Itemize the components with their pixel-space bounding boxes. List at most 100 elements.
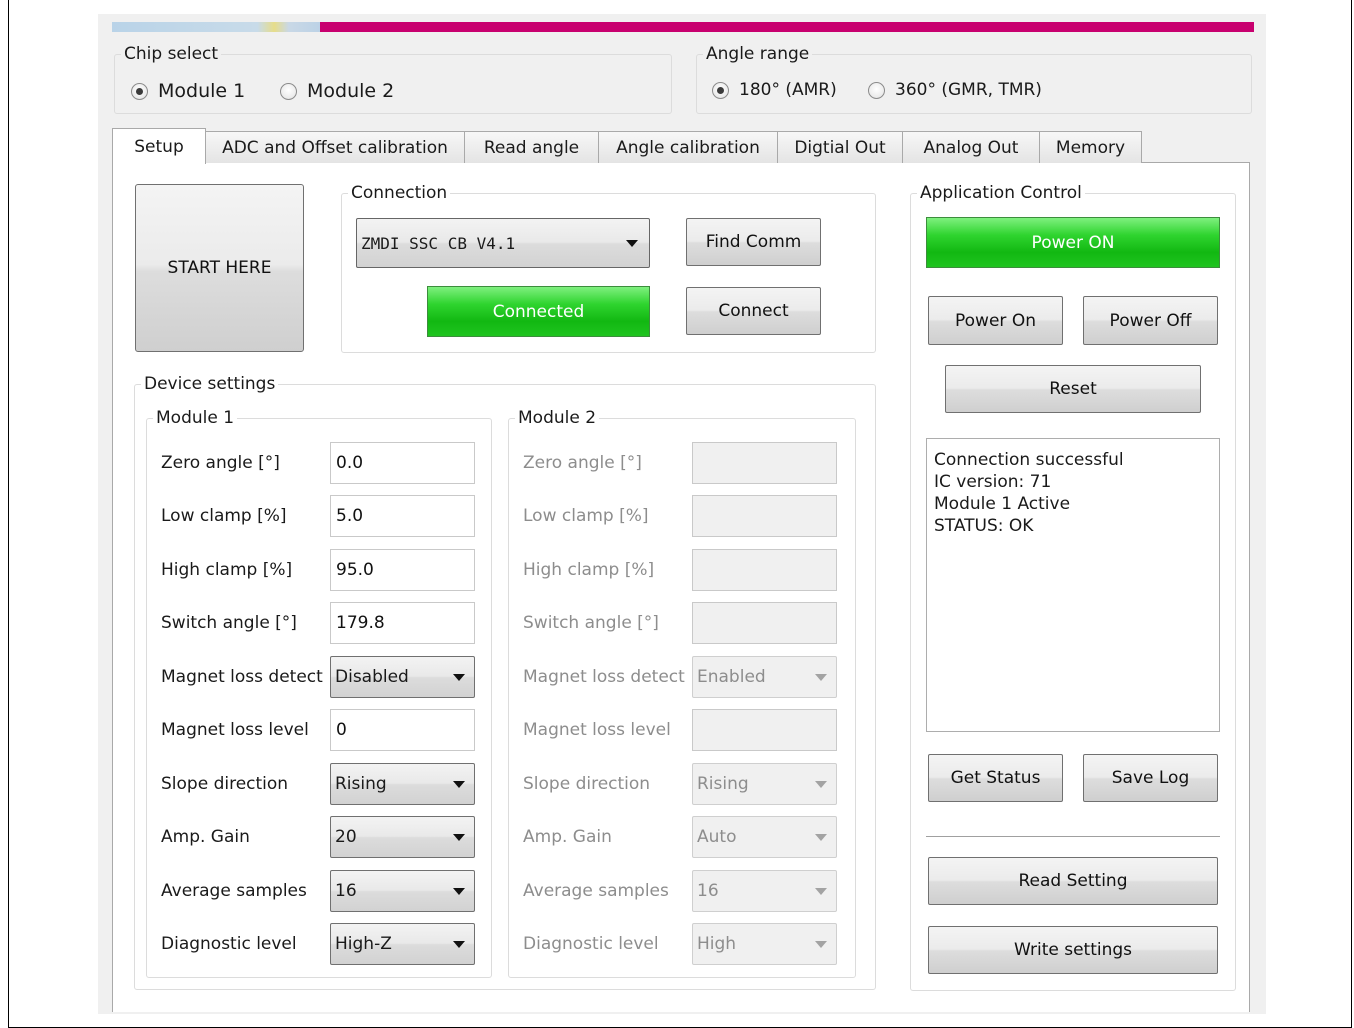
connection-legend: Connection: [351, 183, 448, 203]
tab-memory[interactable]: Memory: [1039, 131, 1142, 163]
module-1-slope-direction-value: Rising: [335, 774, 387, 794]
module-2-amp-gain-value: Auto: [697, 827, 737, 847]
module-1-slope-direction-dropdown[interactable]: Rising: [330, 763, 475, 805]
chevron-down-icon: [626, 240, 638, 247]
module-1-amp-gain-label: Amp. Gain: [161, 827, 250, 847]
chevron-down-icon: [453, 781, 465, 788]
write-settings-button[interactable]: Write settings: [928, 926, 1218, 974]
module-1-low-clamp-label: Low clamp [%]: [161, 506, 287, 526]
module-2-slope-direction-dropdown: Rising: [692, 763, 837, 805]
separator-line: [926, 836, 1220, 837]
module-2-slope-direction-label: Slope direction: [523, 774, 651, 794]
power-off-button[interactable]: Power Off: [1083, 296, 1218, 345]
module-1-switch-angle-input[interactable]: [330, 602, 475, 644]
comm-device-value: ZMDI SSC CB V4.1: [361, 233, 516, 253]
module-1-amp-gain-dropdown[interactable]: 20: [330, 816, 475, 858]
read-setting-button[interactable]: Read Setting: [928, 857, 1218, 905]
power-status-indicator: Power ON: [926, 217, 1220, 268]
module-2-high-clamp-input: [692, 549, 837, 591]
chevron-down-icon: [453, 834, 465, 841]
module-1-diagnostic-level-value: High-Z: [335, 934, 392, 954]
module-2-average-samples-dropdown: 16: [692, 870, 837, 912]
power-on-button[interactable]: Power On: [928, 296, 1063, 345]
chevron-down-icon: [453, 674, 465, 681]
chip-select-group: Chip select: [114, 44, 672, 114]
radio-selected-icon: [131, 82, 148, 100]
module-1-magnet-loss-detect-value: Disabled: [335, 667, 409, 687]
module-1-high-clamp-input[interactable]: [330, 549, 475, 591]
tab-read-angle[interactable]: Read angle: [464, 131, 599, 163]
module-1-diagnostic-level-dropdown[interactable]: High-Z: [330, 923, 475, 965]
save-log-button[interactable]: Save Log: [1083, 754, 1218, 802]
module-1-zero-angle-input[interactable]: [330, 442, 475, 484]
start-here-button[interactable]: START HERE: [135, 184, 304, 352]
module-2-zero-angle-input: [692, 442, 837, 484]
tab-adc-offset-calibration[interactable]: ADC and Offset calibration: [205, 131, 465, 163]
chip-select-legend: Chip select: [124, 44, 219, 64]
module-1-magnet-loss-level-input[interactable]: [330, 709, 475, 751]
chevron-down-icon: [453, 888, 465, 895]
module-2-magnet-loss-detect-value: Enabled: [697, 667, 766, 687]
radio-180-amr[interactable]: 180° (AMR): [712, 80, 837, 100]
log-line: Module 1 Active: [934, 494, 1071, 514]
radio-module-2-label: Module 2: [307, 80, 395, 102]
module-1-magnet-loss-detect-label: Magnet loss detect: [161, 667, 323, 687]
radio-360-gmr-tmr[interactable]: 360° (GMR, TMR): [868, 80, 1042, 100]
connect-button[interactable]: Connect: [686, 287, 821, 335]
module-2-low-clamp-label: Low clamp [%]: [523, 506, 649, 526]
chevron-down-icon: [453, 941, 465, 948]
chevron-down-icon: [815, 888, 827, 895]
radio-module-1[interactable]: Module 1: [131, 80, 245, 102]
module-1-average-samples-dropdown[interactable]: 16: [330, 870, 475, 912]
angle-range-legend: Angle range: [706, 44, 810, 64]
module-2-amp-gain-dropdown: Auto: [692, 816, 837, 858]
status-log-textarea[interactable]: Connection successful IC version: 71 Mod…: [926, 438, 1220, 732]
module-1-switch-angle-label: Switch angle [°]: [161, 613, 297, 633]
log-line: IC version: 71: [934, 472, 1052, 492]
module-2-magnet-loss-detect-dropdown: Enabled: [692, 656, 837, 698]
radio-selected-icon: [712, 81, 729, 99]
radio-360-gmr-tmr-label: 360° (GMR, TMR): [895, 80, 1042, 100]
chevron-down-icon: [815, 674, 827, 681]
module-2-average-samples-value: 16: [697, 881, 719, 901]
chevron-down-icon: [815, 941, 827, 948]
module-2-magnet-loss-detect-label: Magnet loss detect: [523, 667, 685, 687]
module-1-low-clamp-input[interactable]: [330, 495, 475, 537]
application-control-legend: Application Control: [920, 183, 1082, 203]
tab-analog-out[interactable]: Analog Out: [902, 131, 1040, 163]
module-1-magnet-loss-detect-dropdown[interactable]: Disabled: [330, 656, 475, 698]
reset-button[interactable]: Reset: [945, 365, 1201, 413]
radio-module-2[interactable]: Module 2: [280, 80, 394, 102]
module-2-zero-angle-label: Zero angle [°]: [523, 453, 642, 473]
tab-digital-out[interactable]: Digtial Out: [777, 131, 903, 163]
module-2-average-samples-label: Average samples: [523, 881, 669, 901]
chevron-down-icon: [815, 781, 827, 788]
module-2-magnet-loss-level-input: [692, 709, 837, 751]
angle-range-group: Angle range: [696, 44, 1252, 114]
connection-status-indicator: Connected: [427, 286, 650, 337]
banner-accent-strip: [320, 22, 1254, 32]
tab-setup[interactable]: Setup: [112, 128, 206, 164]
banner-logo-strip: [112, 22, 320, 32]
module-2-amp-gain-label: Amp. Gain: [523, 827, 612, 847]
find-comm-button[interactable]: Find Comm: [686, 218, 821, 266]
get-status-button[interactable]: Get Status: [928, 754, 1063, 802]
comm-device-dropdown[interactable]: ZMDI SSC CB V4.1: [356, 218, 650, 268]
chevron-down-icon: [815, 834, 827, 841]
module-2-high-clamp-label: High clamp [%]: [523, 560, 655, 580]
log-line: STATUS: OK: [934, 516, 1034, 536]
module-1-average-samples-label: Average samples: [161, 881, 307, 901]
module-2-legend: Module 2: [518, 408, 597, 428]
module-2-switch-angle-input: [692, 602, 837, 644]
module-2-diagnostic-level-dropdown: High: [692, 923, 837, 965]
module-1-slope-direction-label: Slope direction: [161, 774, 289, 794]
radio-module-1-label: Module 1: [158, 80, 246, 102]
tab-angle-calibration[interactable]: Angle calibration: [598, 131, 778, 163]
module-2-magnet-loss-level-label: Magnet loss level: [523, 720, 671, 740]
module-2-low-clamp-input: [692, 495, 837, 537]
module-1-magnet-loss-level-label: Magnet loss level: [161, 720, 309, 740]
module-1-high-clamp-label: High clamp [%]: [161, 560, 293, 580]
module-1-average-samples-value: 16: [335, 881, 357, 901]
module-1-zero-angle-label: Zero angle [°]: [161, 453, 280, 473]
radio-180-amr-label: 180° (AMR): [739, 80, 837, 100]
